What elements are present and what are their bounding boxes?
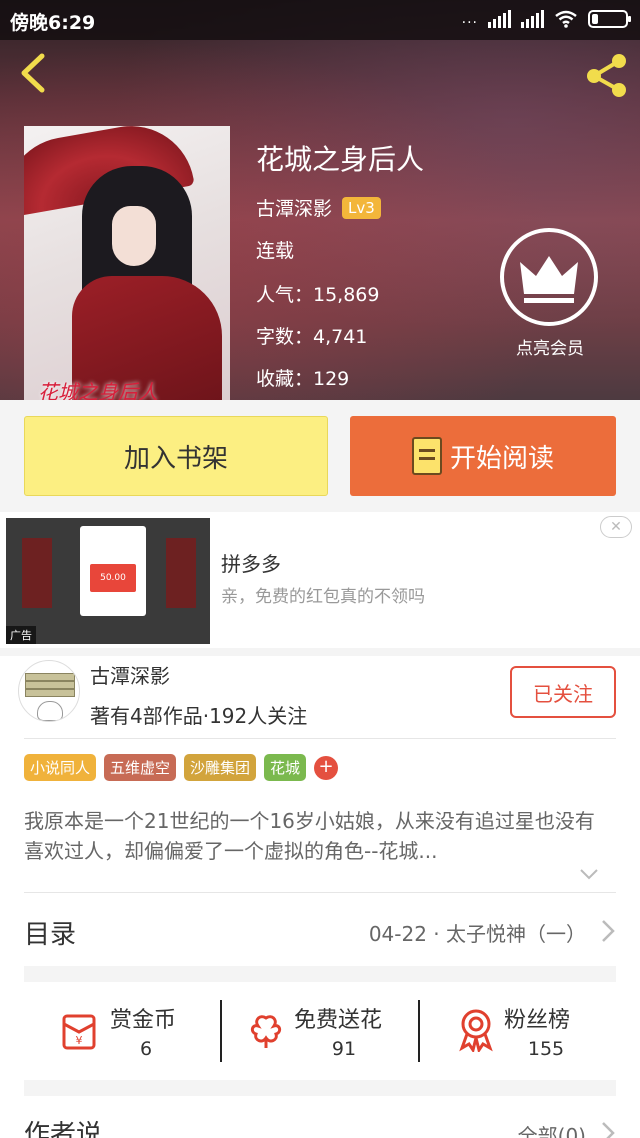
cover-title-art: 花城之身后人	[38, 380, 158, 400]
ad-image-amount: 50.00	[90, 564, 136, 592]
reward-coins-label: 赏金币	[110, 1008, 177, 1033]
author-says-all[interactable]: 全部(0)	[518, 1120, 586, 1138]
signal-icon	[488, 10, 511, 28]
red-envelope-icon: ¥	[62, 1014, 96, 1050]
send-flower-button[interactable]: 免费送花 91	[222, 982, 418, 1078]
vip-label: 点亮会员	[516, 339, 584, 359]
send-flower-label: 免费送花	[294, 1008, 383, 1033]
crown-icon	[500, 228, 598, 326]
reward-coins-value: 6	[139, 1038, 153, 1060]
wifi-icon	[555, 10, 577, 28]
latest-chapter: 04-22 · 太子悦神（一）	[368, 922, 586, 946]
chevron-right-icon	[602, 1122, 615, 1138]
author-section[interactable]: 古潭深影 著有4部作品·192人关注 已关注	[0, 656, 640, 740]
action-bar: 加入书架 开始阅读	[0, 400, 640, 512]
start-reading-label: 开始阅读	[449, 443, 554, 474]
book-header: 傍晚6:29 ... 花城之身后人 花城之身后人 古潭深影 Lv3 连载 人气：…	[0, 0, 640, 400]
divider	[24, 966, 616, 982]
signal-icon-2	[521, 10, 544, 28]
vip-button[interactable]: 点亮会员	[500, 228, 600, 359]
tag-item[interactable]: 五维虚空	[104, 754, 177, 781]
status-time: 傍晚6:29	[10, 12, 96, 34]
status-bar: 傍晚6:29 ...	[0, 0, 640, 40]
author-stats: 著有4部作品·192人关注	[90, 704, 308, 728]
author-says-label: 作者说	[24, 1120, 103, 1138]
stats-row: ¥ 赏金币 6 免费送花 91 粉丝榜 155	[24, 982, 616, 1078]
ad-title[interactable]: 拼多多	[221, 548, 281, 577]
author-section-name[interactable]: 古潭深影	[90, 660, 170, 689]
reward-coins-button[interactable]: ¥ 赏金币 6	[24, 982, 220, 1078]
tag-item[interactable]: 小说同人	[24, 754, 97, 781]
chevron-right-icon	[602, 920, 615, 942]
book-icon	[411, 437, 442, 475]
book-cover[interactable]: 花城之身后人	[24, 126, 230, 400]
start-reading-button[interactable]: 开始阅读	[350, 416, 616, 496]
tag-list: 小说同人 五维虚空 沙雕集团 花城 +	[24, 754, 339, 781]
tag-item[interactable]: 花城	[264, 754, 307, 781]
word-count: 字数：4,741	[256, 326, 368, 348]
ad-close-icon[interactable]: ✕	[600, 516, 632, 538]
more-dots-icon: ...	[461, 11, 478, 27]
tag-item[interactable]: 沙雕集团	[184, 754, 257, 781]
toc-label: 目录	[24, 920, 77, 950]
fan-ranking-label: 粉丝榜	[504, 1008, 571, 1033]
send-flower-value: 91	[331, 1038, 357, 1060]
status-icons: ...	[461, 10, 631, 28]
ad-tag: 广告	[6, 626, 36, 644]
follow-button[interactable]: 已关注	[510, 666, 616, 718]
favorites-count: 收藏：129	[256, 368, 350, 390]
share-icon[interactable]	[584, 52, 630, 98]
flower-icon	[250, 1015, 282, 1048]
ad-image[interactable]: 50.00 广告	[6, 518, 210, 644]
svg-text:¥: ¥	[76, 1034, 83, 1047]
add-tag-icon[interactable]: +	[314, 755, 339, 780]
ad-banner[interactable]: 50.00 广告 拼多多 亲，免费的红包真的不领吗 ✕	[0, 512, 640, 648]
book-summary[interactable]: 我原本是一个21世纪的一个16岁小姑娘，从来没有追过星也没有喜欢过人，却偏偏爱了…	[24, 806, 614, 866]
chevron-down-icon[interactable]	[578, 866, 600, 882]
fan-ranking-button[interactable]: 粉丝榜 155	[420, 982, 616, 1078]
divider	[24, 738, 616, 739]
ad-subtitle[interactable]: 亲，免费的红包真的不领吗	[221, 582, 425, 607]
add-to-shelf-button[interactable]: 加入书架	[24, 416, 328, 496]
back-icon[interactable]	[12, 50, 52, 96]
battery-icon	[588, 10, 631, 28]
avatar[interactable]	[18, 660, 80, 722]
table-of-contents-row[interactable]: 目录 04-22 · 太子悦神（一）	[0, 894, 640, 966]
divider	[24, 1080, 616, 1096]
book-status: 连载	[256, 240, 295, 262]
book-title: 花城之身后人	[256, 143, 425, 176]
level-badge: Lv3	[342, 196, 381, 219]
author-name[interactable]: 古潭深影	[256, 194, 332, 221]
divider	[24, 892, 616, 893]
popularity: 人气：15,869	[256, 284, 380, 306]
medal-icon	[459, 1009, 493, 1052]
divider	[0, 648, 640, 656]
fan-ranking-value: 155	[527, 1038, 565, 1060]
author-says-row[interactable]: 作者说 全部(0)	[0, 1098, 640, 1138]
author-row[interactable]: 古潭深影 Lv3	[256, 194, 381, 221]
